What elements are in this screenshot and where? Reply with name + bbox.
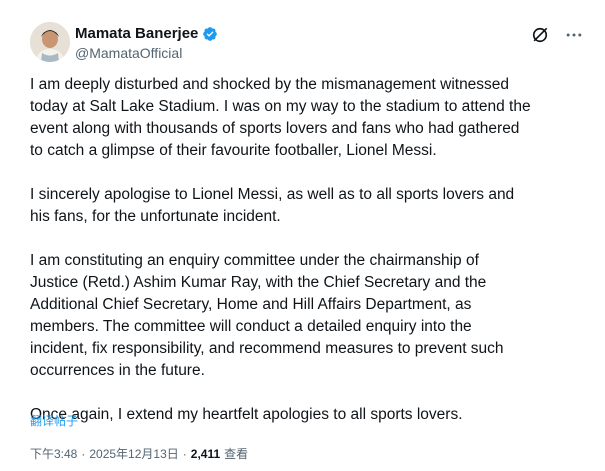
tweet-paragraph: I am deeply disturbed and shocked by the…	[30, 76, 531, 159]
meta-separator: ·	[81, 446, 86, 461]
tweet-header: Mamata Banerjee @MamataOfficial	[30, 18, 585, 66]
tweet-meta: 下午3:48 · 2025年12月13日 · 2,411 查看	[30, 445, 248, 462]
post-date[interactable]: 2025年12月13日	[89, 445, 178, 462]
meta-separator: ·	[182, 446, 187, 461]
author-block[interactable]: Mamata Banerjee @MamataOfficial	[75, 24, 218, 62]
avatar-image	[30, 22, 70, 62]
header-actions	[529, 24, 585, 46]
tweet-text: I am deeply disturbed and shocked by the…	[30, 74, 590, 426]
views-label: 查看	[224, 447, 249, 461]
more-icon[interactable]	[563, 24, 585, 46]
post-time[interactable]: 下午3:48	[30, 445, 77, 462]
translate-post-link[interactable]: 翻译帖子	[30, 412, 78, 429]
verified-badge-icon[interactable]	[202, 26, 218, 42]
display-name-text[interactable]: Mamata Banerjee	[75, 24, 198, 43]
tweet-paragraph: I sincerely apologise to Lionel Messi, a…	[30, 186, 515, 225]
tweet-paragraph: I am constituting an enquiry committee u…	[30, 252, 504, 379]
avatar[interactable]	[30, 22, 70, 62]
display-name[interactable]: Mamata Banerjee	[75, 24, 218, 43]
views-count: 2,411	[190, 446, 221, 461]
tweet-paragraph: Once again, I extend my heartfelt apolog…	[30, 406, 463, 423]
handle[interactable]: @MamataOfficial	[75, 44, 218, 62]
grok-icon[interactable]	[529, 24, 551, 46]
